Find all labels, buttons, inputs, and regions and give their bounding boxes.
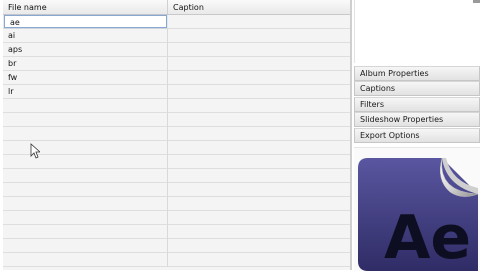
empty-cell[interactable]: [3, 211, 168, 225]
empty-row[interactable]: [3, 99, 350, 113]
table-row[interactable]: aps: [3, 43, 350, 57]
logo-text: Ae: [384, 203, 471, 271]
file-name-cell[interactable]: fw: [3, 71, 168, 85]
empty-row[interactable]: [3, 253, 350, 267]
grid-divider[interactable]: [350, 0, 352, 270]
panel-captions[interactable]: Captions: [354, 81, 480, 96]
column-header-caption[interactable]: Caption: [168, 0, 350, 14]
column-header-file-name[interactable]: File name: [3, 0, 168, 14]
empty-cell[interactable]: [3, 155, 168, 169]
empty-row[interactable]: [3, 183, 350, 197]
empty-cell[interactable]: [3, 169, 168, 183]
file-name-cell[interactable]: lr: [3, 85, 168, 99]
empty-row[interactable]: [3, 197, 350, 211]
empty-cell[interactable]: [3, 127, 168, 141]
mouse-cursor-icon: [30, 143, 40, 159]
grid-rows: ae ai aps br fw lr: [3, 15, 350, 267]
panel-slideshow-properties[interactable]: Slideshow Properties: [354, 112, 480, 127]
empty-row[interactable]: [3, 169, 350, 183]
empty-cell[interactable]: [168, 169, 350, 183]
panel-filters[interactable]: Filters: [354, 97, 480, 112]
file-name-cell[interactable]: aps: [3, 43, 168, 57]
empty-cell[interactable]: [3, 239, 168, 253]
empty-cell[interactable]: [168, 113, 350, 127]
empty-row[interactable]: [3, 127, 350, 141]
empty-cell[interactable]: [3, 197, 168, 211]
panel-export-options[interactable]: Export Options: [354, 128, 480, 143]
empty-cell[interactable]: [168, 239, 350, 253]
empty-row[interactable]: [3, 113, 350, 127]
empty-cell[interactable]: [168, 183, 350, 197]
empty-cell[interactable]: [3, 183, 168, 197]
empty-row[interactable]: [3, 239, 350, 253]
empty-cell[interactable]: [3, 253, 168, 267]
file-name-edit-field[interactable]: ae: [4, 15, 167, 28]
empty-cell[interactable]: [168, 253, 350, 267]
empty-row[interactable]: [3, 141, 350, 155]
right-sidebar: Album Properties Captions Filters Slides…: [354, 0, 480, 273]
empty-cell[interactable]: [168, 197, 350, 211]
caption-cell[interactable]: [168, 29, 350, 43]
empty-cell[interactable]: [3, 113, 168, 127]
sidebar-top-area: [354, 0, 480, 63]
empty-cell[interactable]: [168, 211, 350, 225]
empty-row[interactable]: [3, 211, 350, 225]
panel-album-properties[interactable]: Album Properties: [354, 66, 480, 81]
image-preview: Ae: [354, 147, 480, 273]
grid-header: File name Caption: [3, 0, 350, 15]
empty-cell[interactable]: [168, 127, 350, 141]
caption-cell[interactable]: [168, 43, 350, 57]
caption-cell[interactable]: [168, 57, 350, 71]
empty-cell[interactable]: [168, 155, 350, 169]
caption-cell[interactable]: [168, 15, 350, 29]
empty-cell[interactable]: [3, 225, 168, 239]
file-grid: File name Caption ae ai aps br fw lr: [3, 0, 350, 270]
empty-cell[interactable]: [3, 141, 168, 155]
file-name-cell[interactable]: ai: [3, 29, 168, 43]
table-row[interactable]: fw: [3, 71, 350, 85]
empty-row[interactable]: [3, 155, 350, 169]
empty-cell[interactable]: [3, 99, 168, 113]
empty-cell[interactable]: [168, 99, 350, 113]
empty-cell[interactable]: [168, 225, 350, 239]
table-row[interactable]: lr: [3, 85, 350, 99]
caption-cell[interactable]: [168, 85, 350, 99]
empty-row[interactable]: [3, 225, 350, 239]
caption-cell[interactable]: [168, 71, 350, 85]
table-row[interactable]: ae: [3, 15, 350, 29]
after-effects-logo: Ae: [358, 157, 479, 273]
file-name-cell[interactable]: br: [3, 57, 168, 71]
empty-cell[interactable]: [168, 141, 350, 155]
table-row[interactable]: ai: [3, 29, 350, 43]
table-row[interactable]: br: [3, 57, 350, 71]
scroll-knob[interactable]: [473, 0, 480, 3]
